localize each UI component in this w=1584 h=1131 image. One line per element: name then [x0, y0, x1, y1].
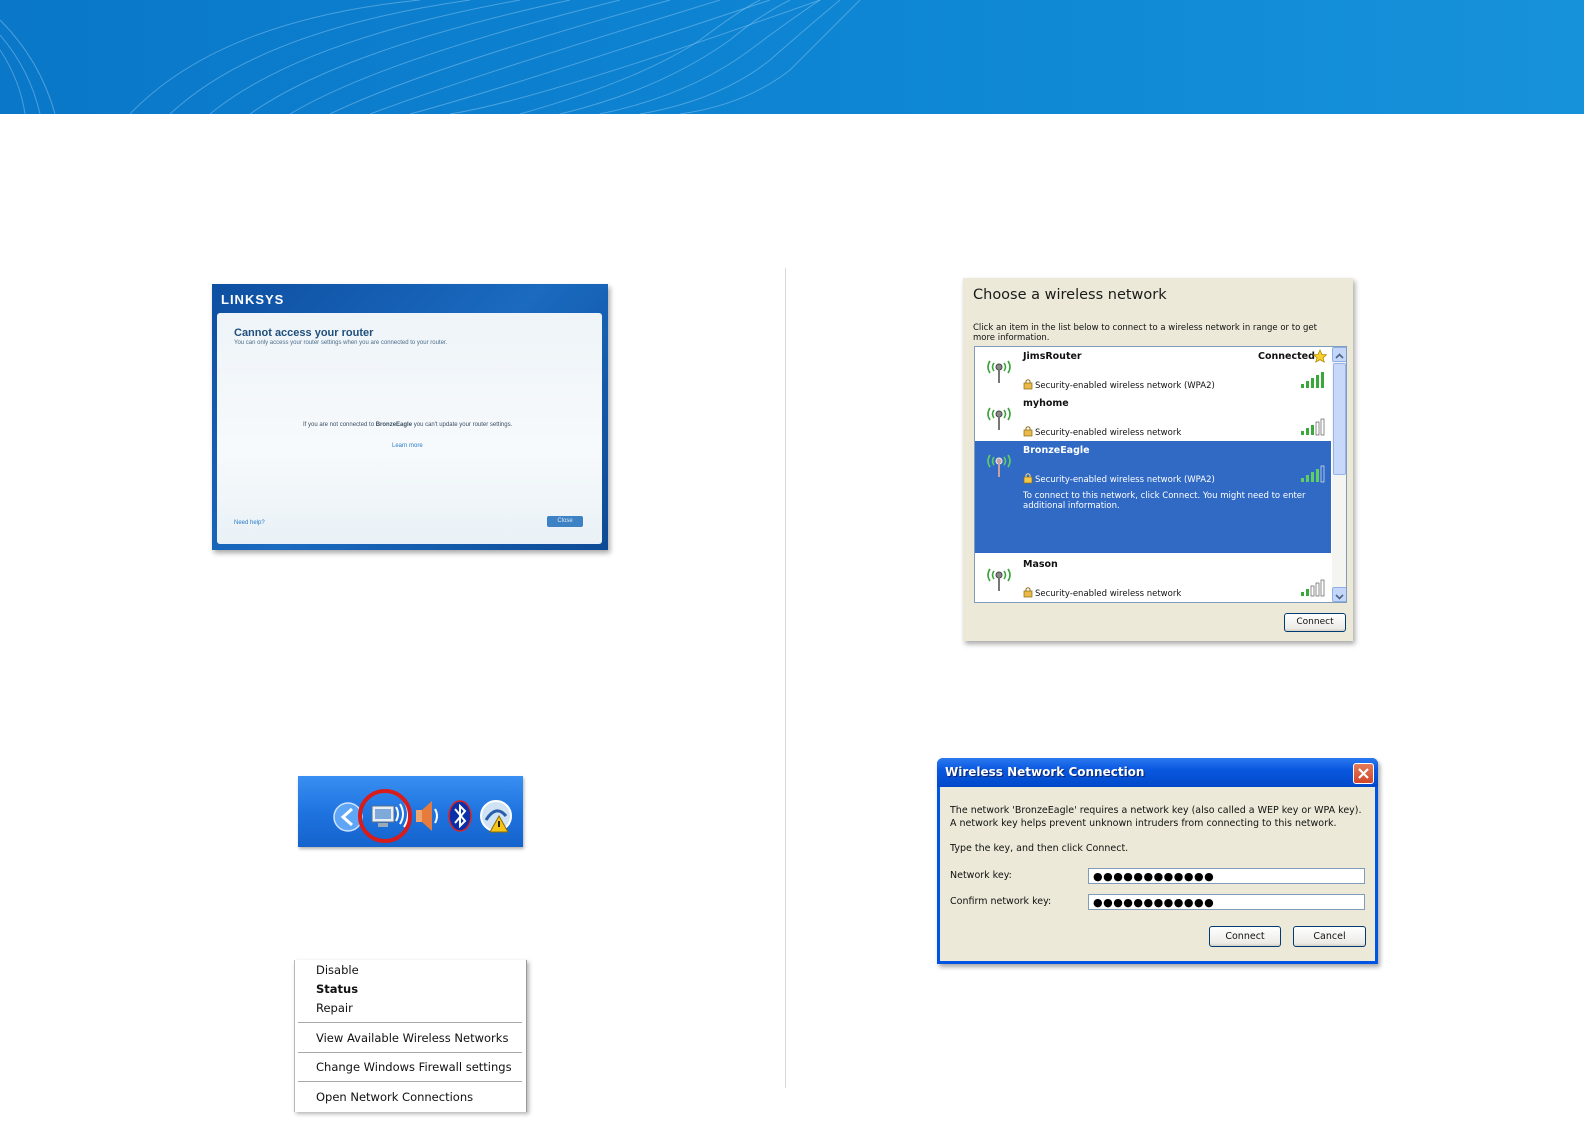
confirm-key-field[interactable]: ●●●●●●●●●●●●: [1088, 894, 1365, 910]
need-help-link[interactable]: Need help?: [234, 520, 265, 526]
menu-item-repair[interactable]: Repair: [316, 1001, 353, 1015]
signal-strength-icon: [1301, 579, 1325, 597]
column-divider: [785, 268, 786, 1088]
menu-item-disable[interactable]: Disable: [316, 963, 359, 977]
speaker-icon[interactable]: [416, 801, 438, 831]
network-security: Security-enabled wireless network (WPA2): [1035, 381, 1215, 391]
connect-button[interactable]: Connect: [1284, 613, 1346, 632]
menu-separator: [298, 1052, 522, 1053]
linksys-cannot-access-panel: LINKSYS Cannot access your router You ca…: [212, 284, 608, 550]
page-subtitle: You can only access your router settings…: [234, 340, 448, 346]
confirm-key-label: Confirm network key:: [950, 896, 1052, 907]
chevron-left-icon[interactable]: [333, 802, 363, 832]
cancel-button[interactable]: Cancel: [1293, 926, 1366, 947]
close-button[interactable]: [1353, 763, 1374, 784]
network-item-myhome[interactable]: myhome Security-enabled wireless network: [975, 394, 1331, 440]
menu-item-status[interactable]: Status: [316, 982, 358, 996]
network-name: JimsRouter: [1023, 351, 1082, 362]
chevron-down-icon: [1335, 594, 1344, 600]
signal-strength-icon: [1301, 372, 1324, 388]
dialog-body: The network 'BronzeEagle' requires a net…: [940, 787, 1375, 961]
dialog-title: Wireless Network Connection: [945, 765, 1145, 779]
lock-icon: [1023, 379, 1033, 390]
network-item-bronzeeagle[interactable]: BronzeEagle Security-enabled wireless ne…: [975, 441, 1331, 553]
lock-icon: [1023, 473, 1033, 484]
header-banner: [0, 0, 1584, 114]
security-alert-icon[interactable]: [480, 800, 512, 833]
network-item-mason[interactable]: Mason Security-enabled wireless network: [975, 555, 1331, 601]
signal-strength-icon: [1301, 418, 1325, 436]
wireless-antenna-icon: [987, 407, 1011, 430]
page-title: Cannot access your router: [234, 327, 374, 339]
linksys-logo: LINKSYS: [221, 292, 285, 307]
network-security: Security-enabled wireless network (WPA2): [1035, 475, 1215, 485]
linksys-card: Cannot access your router You can only a…: [217, 313, 602, 544]
network-item-jimsrouter[interactable]: JimsRouter Connected Security-enabled wi…: [975, 347, 1331, 393]
network-key-label: Network key:: [950, 870, 1012, 881]
connect-hint: To connect to this network, click Connec…: [1023, 491, 1306, 511]
connected-status: Connected: [1258, 351, 1315, 362]
bluetooth-icon[interactable]: [448, 800, 472, 832]
banner-wave-graphic: [0, 0, 861, 114]
network-key-message: The network 'BronzeEagle' requires a net…: [950, 805, 1362, 829]
scroll-thumb[interactable]: [1333, 363, 1346, 475]
wireless-network-connection-dialog: Wireless Network Connection The network …: [937, 758, 1378, 964]
menu-separator: [298, 1022, 522, 1023]
network-name: myhome: [1023, 398, 1069, 409]
close-icon: [1358, 768, 1369, 779]
menu-item-open-network-connections[interactable]: Open Network Connections: [316, 1090, 473, 1104]
network-name: BronzeEagle: [375, 422, 413, 428]
network-security: Security-enabled wireless network: [1035, 589, 1182, 599]
chevron-up-icon: [1335, 353, 1344, 359]
tray-icons: [333, 789, 512, 843]
window-title: Choose a wireless network: [973, 287, 1167, 303]
star-icon: [1313, 349, 1327, 363]
menu-item-firewall-settings[interactable]: Change Windows Firewall settings: [316, 1060, 512, 1074]
router-message: If you are not connected to BronzeEagle …: [303, 422, 513, 428]
wireless-network-icon[interactable]: [371, 800, 409, 828]
lock-icon: [1023, 426, 1033, 437]
signal-strength-icon: [1301, 465, 1325, 483]
learn-more-link[interactable]: Learn more: [392, 443, 423, 449]
instructions-text: Click an item in the list below to conne…: [973, 323, 1317, 343]
wireless-antenna-icon: [987, 360, 1011, 383]
dialog-titlebar: Wireless Network Connection: [937, 758, 1378, 787]
wireless-antenna-icon: [987, 568, 1011, 591]
connect-button[interactable]: Connect: [1209, 926, 1281, 947]
network-key-field[interactable]: ●●●●●●●●●●●●: [1088, 868, 1365, 884]
tray-context-menu: Disable Status Repair View Available Wir…: [294, 960, 527, 1112]
list-scrollbar[interactable]: [1332, 347, 1346, 602]
menu-separator: [298, 1081, 522, 1082]
system-tray: [298, 776, 523, 847]
lock-icon: [1023, 587, 1033, 598]
network-list: JimsRouter Connected Security-enabled wi…: [974, 346, 1347, 603]
menu-item-view-wireless-networks[interactable]: View Available Wireless Networks: [316, 1031, 508, 1045]
wireless-antenna-icon: [987, 454, 1011, 477]
network-security: Security-enabled wireless network: [1035, 428, 1182, 438]
close-button[interactable]: Close: [547, 516, 583, 527]
scroll-up-button[interactable]: [1332, 347, 1346, 362]
network-name: Mason: [1023, 559, 1058, 570]
scroll-down-button[interactable]: [1332, 587, 1346, 602]
key-prompt: Type the key, and then click Connect.: [950, 843, 1129, 854]
choose-wireless-network-window: Choose a wireless network Click an item …: [963, 278, 1353, 641]
network-name: BronzeEagle: [1023, 445, 1090, 456]
